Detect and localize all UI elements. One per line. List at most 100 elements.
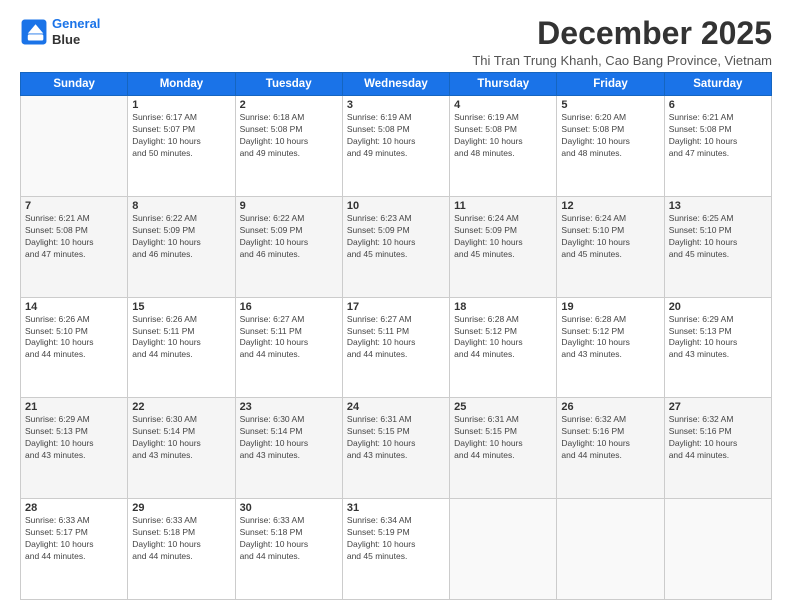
calendar-day: 28Sunrise: 6:33 AM Sunset: 5:17 PM Dayli… xyxy=(21,499,128,600)
weekday-row: SundayMondayTuesdayWednesdayThursdayFrid… xyxy=(21,73,772,96)
day-detail: Sunrise: 6:20 AM Sunset: 5:08 PM Dayligh… xyxy=(561,112,659,160)
calendar-day: 6Sunrise: 6:21 AM Sunset: 5:08 PM Daylig… xyxy=(664,96,771,197)
day-detail: Sunrise: 6:29 AM Sunset: 5:13 PM Dayligh… xyxy=(669,314,767,362)
day-number: 28 xyxy=(25,502,123,514)
day-detail: Sunrise: 6:33 AM Sunset: 5:17 PM Dayligh… xyxy=(25,515,123,563)
location-subtitle: Thi Tran Trung Khanh, Cao Bang Province,… xyxy=(472,53,772,68)
day-number: 30 xyxy=(240,502,338,514)
day-detail: Sunrise: 6:24 AM Sunset: 5:10 PM Dayligh… xyxy=(561,213,659,261)
logo-text: General Blue xyxy=(52,16,100,47)
logo-icon xyxy=(20,18,48,46)
calendar-day: 8Sunrise: 6:22 AM Sunset: 5:09 PM Daylig… xyxy=(128,196,235,297)
weekday-header-saturday: Saturday xyxy=(664,73,771,96)
logo: General Blue xyxy=(20,16,100,47)
day-number: 21 xyxy=(25,401,123,413)
day-number: 1 xyxy=(132,99,230,111)
day-number: 18 xyxy=(454,301,552,313)
calendar-day xyxy=(21,96,128,197)
day-detail: Sunrise: 6:19 AM Sunset: 5:08 PM Dayligh… xyxy=(347,112,445,160)
day-detail: Sunrise: 6:26 AM Sunset: 5:10 PM Dayligh… xyxy=(25,314,123,362)
day-number: 7 xyxy=(25,200,123,212)
day-detail: Sunrise: 6:21 AM Sunset: 5:08 PM Dayligh… xyxy=(669,112,767,160)
weekday-header-friday: Friday xyxy=(557,73,664,96)
calendar-day: 23Sunrise: 6:30 AM Sunset: 5:14 PM Dayli… xyxy=(235,398,342,499)
calendar-day: 1Sunrise: 6:17 AM Sunset: 5:07 PM Daylig… xyxy=(128,96,235,197)
weekday-header-tuesday: Tuesday xyxy=(235,73,342,96)
day-number: 16 xyxy=(240,301,338,313)
calendar-day: 18Sunrise: 6:28 AM Sunset: 5:12 PM Dayli… xyxy=(450,297,557,398)
calendar-day: 27Sunrise: 6:32 AM Sunset: 5:16 PM Dayli… xyxy=(664,398,771,499)
calendar-day: 10Sunrise: 6:23 AM Sunset: 5:09 PM Dayli… xyxy=(342,196,449,297)
day-number: 5 xyxy=(561,99,659,111)
calendar-day: 12Sunrise: 6:24 AM Sunset: 5:10 PM Dayli… xyxy=(557,196,664,297)
calendar-day: 17Sunrise: 6:27 AM Sunset: 5:11 PM Dayli… xyxy=(342,297,449,398)
calendar-day: 7Sunrise: 6:21 AM Sunset: 5:08 PM Daylig… xyxy=(21,196,128,297)
day-number: 13 xyxy=(669,200,767,212)
day-detail: Sunrise: 6:19 AM Sunset: 5:08 PM Dayligh… xyxy=(454,112,552,160)
calendar-day: 26Sunrise: 6:32 AM Sunset: 5:16 PM Dayli… xyxy=(557,398,664,499)
weekday-header-thursday: Thursday xyxy=(450,73,557,96)
day-detail: Sunrise: 6:28 AM Sunset: 5:12 PM Dayligh… xyxy=(561,314,659,362)
calendar-day: 2Sunrise: 6:18 AM Sunset: 5:08 PM Daylig… xyxy=(235,96,342,197)
day-number: 4 xyxy=(454,99,552,111)
day-number: 8 xyxy=(132,200,230,212)
day-detail: Sunrise: 6:31 AM Sunset: 5:15 PM Dayligh… xyxy=(347,414,445,462)
day-detail: Sunrise: 6:25 AM Sunset: 5:10 PM Dayligh… xyxy=(669,213,767,261)
day-detail: Sunrise: 6:32 AM Sunset: 5:16 PM Dayligh… xyxy=(669,414,767,462)
calendar-day: 3Sunrise: 6:19 AM Sunset: 5:08 PM Daylig… xyxy=(342,96,449,197)
calendar-day xyxy=(664,499,771,600)
calendar-week-1: 1Sunrise: 6:17 AM Sunset: 5:07 PM Daylig… xyxy=(21,96,772,197)
calendar-day: 21Sunrise: 6:29 AM Sunset: 5:13 PM Dayli… xyxy=(21,398,128,499)
calendar-day: 20Sunrise: 6:29 AM Sunset: 5:13 PM Dayli… xyxy=(664,297,771,398)
calendar-day: 13Sunrise: 6:25 AM Sunset: 5:10 PM Dayli… xyxy=(664,196,771,297)
day-detail: Sunrise: 6:33 AM Sunset: 5:18 PM Dayligh… xyxy=(132,515,230,563)
day-number: 6 xyxy=(669,99,767,111)
header: General Blue December 2025 Thi Tran Trun… xyxy=(20,16,772,68)
day-detail: Sunrise: 6:22 AM Sunset: 5:09 PM Dayligh… xyxy=(240,213,338,261)
day-detail: Sunrise: 6:34 AM Sunset: 5:19 PM Dayligh… xyxy=(347,515,445,563)
day-detail: Sunrise: 6:17 AM Sunset: 5:07 PM Dayligh… xyxy=(132,112,230,160)
calendar-day: 5Sunrise: 6:20 AM Sunset: 5:08 PM Daylig… xyxy=(557,96,664,197)
day-number: 24 xyxy=(347,401,445,413)
day-number: 26 xyxy=(561,401,659,413)
day-number: 23 xyxy=(240,401,338,413)
weekday-header-wednesday: Wednesday xyxy=(342,73,449,96)
calendar-header: SundayMondayTuesdayWednesdayThursdayFrid… xyxy=(21,73,772,96)
calendar-day: 14Sunrise: 6:26 AM Sunset: 5:10 PM Dayli… xyxy=(21,297,128,398)
day-number: 22 xyxy=(132,401,230,413)
day-number: 17 xyxy=(347,301,445,313)
title-block: December 2025 Thi Tran Trung Khanh, Cao … xyxy=(472,16,772,68)
day-number: 3 xyxy=(347,99,445,111)
weekday-header-sunday: Sunday xyxy=(21,73,128,96)
calendar-day xyxy=(450,499,557,600)
calendar-day: 4Sunrise: 6:19 AM Sunset: 5:08 PM Daylig… xyxy=(450,96,557,197)
day-number: 27 xyxy=(669,401,767,413)
calendar-day: 19Sunrise: 6:28 AM Sunset: 5:12 PM Dayli… xyxy=(557,297,664,398)
day-detail: Sunrise: 6:22 AM Sunset: 5:09 PM Dayligh… xyxy=(132,213,230,261)
day-detail: Sunrise: 6:31 AM Sunset: 5:15 PM Dayligh… xyxy=(454,414,552,462)
day-detail: Sunrise: 6:23 AM Sunset: 5:09 PM Dayligh… xyxy=(347,213,445,261)
day-detail: Sunrise: 6:32 AM Sunset: 5:16 PM Dayligh… xyxy=(561,414,659,462)
calendar: SundayMondayTuesdayWednesdayThursdayFrid… xyxy=(20,72,772,600)
day-detail: Sunrise: 6:28 AM Sunset: 5:12 PM Dayligh… xyxy=(454,314,552,362)
calendar-day: 29Sunrise: 6:33 AM Sunset: 5:18 PM Dayli… xyxy=(128,499,235,600)
calendar-day: 15Sunrise: 6:26 AM Sunset: 5:11 PM Dayli… xyxy=(128,297,235,398)
day-detail: Sunrise: 6:30 AM Sunset: 5:14 PM Dayligh… xyxy=(240,414,338,462)
day-detail: Sunrise: 6:18 AM Sunset: 5:08 PM Dayligh… xyxy=(240,112,338,160)
day-number: 12 xyxy=(561,200,659,212)
day-detail: Sunrise: 6:33 AM Sunset: 5:18 PM Dayligh… xyxy=(240,515,338,563)
calendar-body: 1Sunrise: 6:17 AM Sunset: 5:07 PM Daylig… xyxy=(21,96,772,600)
day-number: 29 xyxy=(132,502,230,514)
calendar-week-5: 28Sunrise: 6:33 AM Sunset: 5:17 PM Dayli… xyxy=(21,499,772,600)
calendar-day: 30Sunrise: 6:33 AM Sunset: 5:18 PM Dayli… xyxy=(235,499,342,600)
weekday-header-monday: Monday xyxy=(128,73,235,96)
calendar-day: 24Sunrise: 6:31 AM Sunset: 5:15 PM Dayli… xyxy=(342,398,449,499)
calendar-day: 25Sunrise: 6:31 AM Sunset: 5:15 PM Dayli… xyxy=(450,398,557,499)
day-detail: Sunrise: 6:27 AM Sunset: 5:11 PM Dayligh… xyxy=(240,314,338,362)
calendar-week-4: 21Sunrise: 6:29 AM Sunset: 5:13 PM Dayli… xyxy=(21,398,772,499)
day-detail: Sunrise: 6:24 AM Sunset: 5:09 PM Dayligh… xyxy=(454,213,552,261)
calendar-day: 22Sunrise: 6:30 AM Sunset: 5:14 PM Dayli… xyxy=(128,398,235,499)
calendar-day xyxy=(557,499,664,600)
calendar-day: 11Sunrise: 6:24 AM Sunset: 5:09 PM Dayli… xyxy=(450,196,557,297)
day-detail: Sunrise: 6:26 AM Sunset: 5:11 PM Dayligh… xyxy=(132,314,230,362)
